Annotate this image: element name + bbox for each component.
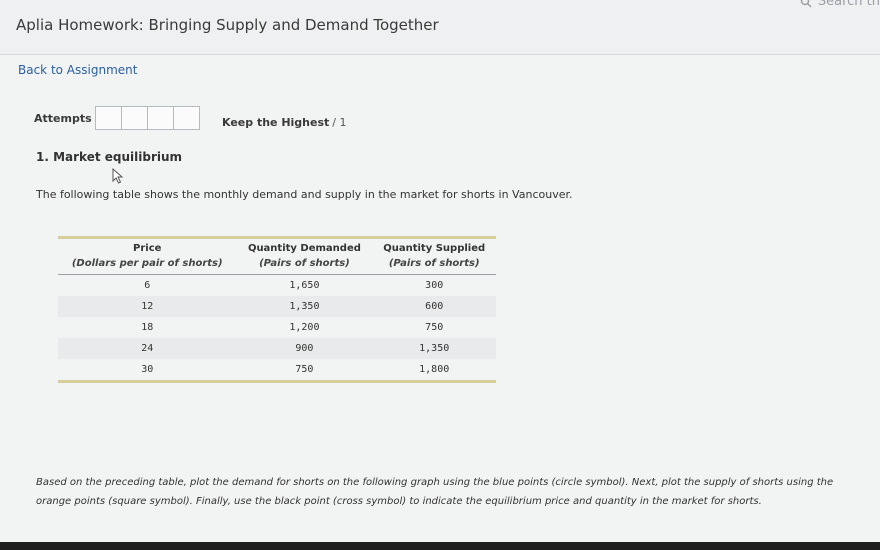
column-header: Quantity Demanded [247,243,361,254]
table-row: 12 1,350 600 [58,296,496,317]
title-bar: Aplia Homework: Bringing Supply and Dema… [0,0,880,55]
attempts-label: Attempts [34,111,92,125]
quantity-supplied-cell: 1,350 [372,338,496,359]
score-value: / 1 [332,116,347,129]
price-cell: 12 [58,296,237,317]
search-box[interactable]: Search th [800,0,880,9]
attempt-box [146,106,174,130]
column-header: Quantity Supplied [383,243,486,254]
price-cell: 24 [58,338,237,359]
attempt-box [172,106,200,130]
table-row: 18 1,200 750 [58,317,496,338]
quantity-supplied-cell: 300 [425,280,444,291]
table-row: 30 750 1,800 [58,359,496,380]
table-row: 24 900 1,350 [58,338,496,359]
attempts-row: Attempts [34,106,200,130]
question-instructions: Based on the preceding table, plot the d… [36,477,834,507]
quantity-demanded-cell: 1,650 [289,280,320,291]
attempt-box [120,106,148,130]
quantity-demanded-cell: 900 [236,338,373,359]
price-cell: 6 [144,280,151,291]
price-cell: 18 [141,322,154,333]
back-to-assignment-link[interactable]: Back to Assignment [18,63,137,77]
column-subheader: (Dollars per pair of shorts) [58,256,237,275]
price-cell: 30 [141,364,154,375]
supply-demand-table: Price Quantity Demanded Quantity Supplie… [58,236,496,383]
search-icon [800,0,812,8]
screen-bezel [0,542,880,550]
keep-highest: Keep the Highest/ 1 [222,116,347,129]
quantity-supplied-cell: 750 [425,322,444,333]
search-input[interactable]: Search th [818,0,880,9]
quantity-demanded-cell: 750 [295,364,314,375]
column-subheader: (Pairs of shorts) [236,256,373,275]
page-title: Aplia Homework: Bringing Supply and Dema… [16,16,439,34]
column-subheader: (Pairs of shorts) [372,256,496,275]
table-row: 6 1,650 300 [58,275,496,297]
quantity-supplied-cell: 1,800 [419,364,450,375]
quantity-supplied-cell: 600 [372,296,496,317]
quantity-demanded-cell: 1,350 [236,296,373,317]
quantity-demanded-cell: 1,200 [289,322,320,333]
attempt-box [94,106,122,130]
attempt-boxes [94,106,200,130]
mouse-cursor-icon [112,168,124,184]
keep-highest-label: Keep the Highest [222,116,330,129]
question-intro: The following table shows the monthly de… [36,188,573,201]
question-title: 1. Market equilibrium [36,150,183,164]
column-header: Price [133,243,162,254]
